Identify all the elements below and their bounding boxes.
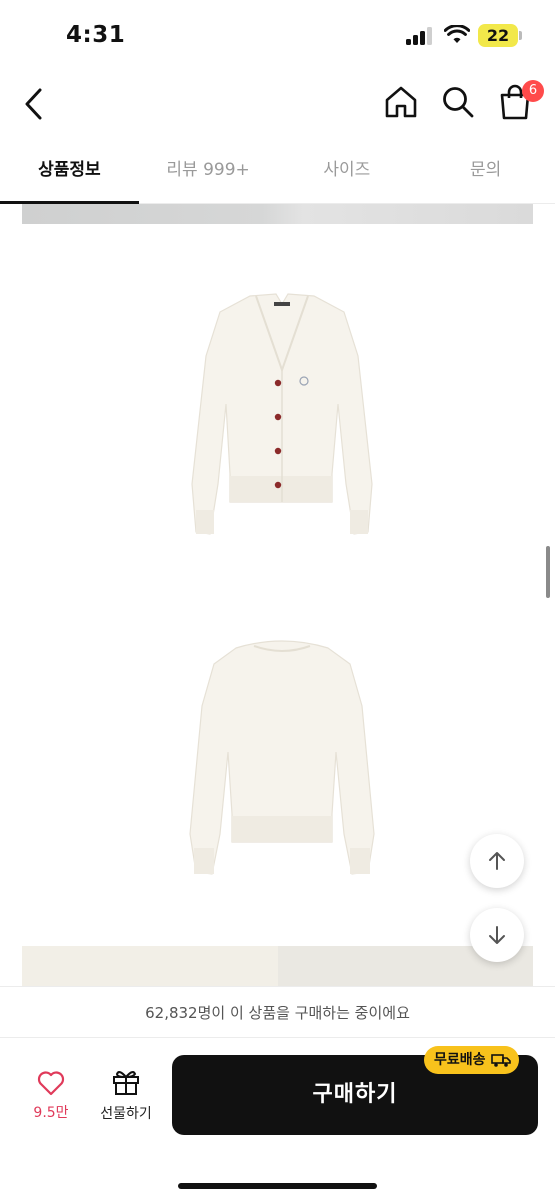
heart-icon [37,1071,65,1096]
wifi-icon [444,25,470,43]
bottom-action-bar: 9.5만 선물하기 구매하기 무료배송 [0,1038,555,1200]
product-detail-content [22,204,533,986]
truck-icon [490,1054,511,1067]
tab-size[interactable]: 사이즈 [278,140,417,203]
scroll-down-button[interactable] [470,908,524,962]
home-indicator[interactable] [178,1183,377,1189]
tab-inquiry[interactable]: 문의 [416,140,555,203]
like-count: 9.5만 [33,1105,69,1121]
fabric-detail-image-left [22,946,278,986]
gift-icon [113,1071,139,1095]
free-shipping-badge: 무료배송 [424,1046,519,1074]
cardigan-front-image [191,293,373,535]
battery-icon: 22 [478,24,518,47]
cellular-signal-icon [406,27,434,45]
arrow-down-icon [489,926,505,944]
home-icon[interactable] [383,84,419,120]
arrow-up-icon [489,852,505,870]
gift-button[interactable]: 선물하기 [90,1068,162,1123]
image-strip-bottom [22,946,533,986]
gift-label: 선물하기 [100,1106,152,1122]
purchase-count-notice: 62,832명이 이 상품을 구매하는 중이에요 [0,986,555,1038]
tab-product-info[interactable]: 상품정보 [0,140,139,204]
back-arrow-icon[interactable] [18,84,50,124]
search-icon[interactable] [440,84,476,120]
battery-tip [519,31,522,40]
image-strip-top [22,204,533,224]
top-header [0,72,555,136]
tab-reviews[interactable]: 리뷰 999+ [139,140,278,203]
status-time: 4:31 [66,22,126,48]
product-tabs: 상품정보 리뷰 999+ 사이즈 문의 [0,140,555,204]
status-bar: 4:31 22 [0,0,555,72]
cardigan-back-image [189,640,375,875]
page-scrollbar[interactable] [546,546,550,598]
like-button[interactable]: 9.5만 [22,1070,80,1122]
cart-count-badge: 6 [522,80,544,102]
free-shipping-label: 무료배송 [434,1052,486,1068]
scroll-up-button[interactable] [470,834,524,888]
